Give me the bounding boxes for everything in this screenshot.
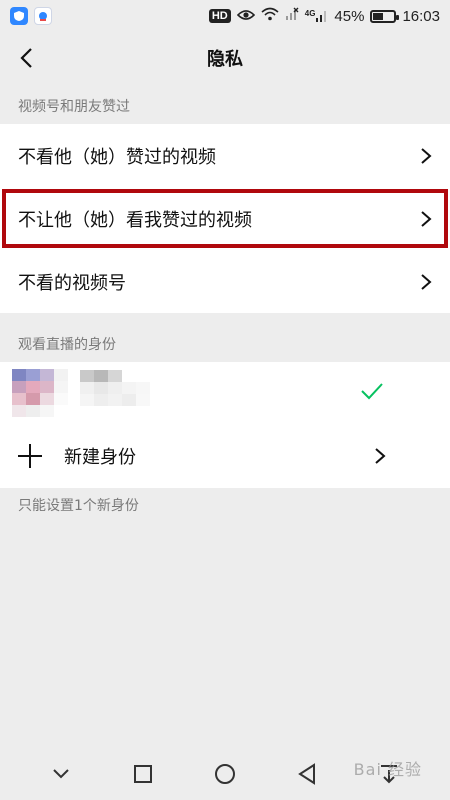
battery-icon (370, 9, 400, 23)
live-identity-group: 新建身份 (0, 362, 450, 488)
row-hidden-channels[interactable]: 不看的视频号 (0, 250, 450, 313)
status-bar: HD 4G 45% 16:03 (0, 0, 450, 32)
section-header-video: 视频号和朋友赞过 (18, 99, 130, 115)
status-right-icons: HD 4G 45% 16:03 (208, 7, 440, 25)
identity-row-current[interactable] (0, 362, 450, 424)
checkmark-icon (361, 383, 383, 400)
shield-icon (10, 7, 28, 25)
signal-4g-icon: 4G (305, 9, 329, 23)
chevron-down-icon (53, 769, 69, 779)
wifi-icon (261, 7, 279, 25)
home-button[interactable] (211, 760, 239, 788)
row-block-my-liked[interactable]: 不让他（她）看我赞过的视频 (0, 187, 450, 250)
hide-nav-button[interactable] (47, 760, 75, 788)
page-title: 隐私 (207, 49, 243, 70)
back-nav-button[interactable] (293, 760, 321, 788)
chevron-left-icon (20, 48, 32, 68)
identity-footnote: 只能设置1个新身份 (18, 498, 139, 514)
recents-button[interactable] (129, 760, 157, 788)
circle-icon (215, 764, 235, 784)
chevron-right-icon (421, 210, 432, 227)
identity-name-blurred (80, 370, 150, 406)
nav-bar: 隐私 (0, 32, 450, 84)
video-privacy-group: 不看他（她）赞过的视频 不让他（她）看我赞过的视频 不看的视频号 (0, 124, 450, 313)
avatar-blurred (12, 369, 68, 417)
row-label: 不让他（她）看我赞过的视频 (18, 209, 252, 231)
add-identity-row[interactable]: 新建身份 (0, 424, 450, 488)
chevron-right-icon (375, 448, 386, 464)
battery-percent: 45% (334, 7, 365, 25)
battery-level-fill (373, 12, 384, 20)
watermark: Bai 经验 (353, 760, 422, 779)
screen: HD 4G 45% 16:03 隐私 视频号和朋友赞过 不看他（她）赞过的视频 … (0, 0, 450, 800)
chevron-right-icon (421, 147, 432, 164)
triangle-back-icon (298, 763, 315, 785)
plus-icon (18, 444, 42, 468)
app-notification-icon (34, 7, 52, 25)
eye-icon (236, 8, 255, 25)
status-left-icons (10, 7, 52, 25)
network-type: 4G (304, 9, 316, 18)
square-icon (134, 765, 152, 783)
row-label: 不看他（她）赞过的视频 (18, 146, 216, 168)
row-label: 不看的视频号 (18, 272, 126, 294)
hd-badge: HD (208, 9, 231, 23)
section-header-live-identity: 观看直播的身份 (18, 337, 116, 353)
chevron-right-icon (421, 273, 432, 290)
add-identity-label: 新建身份 (64, 447, 136, 468)
clock: 16:03 (402, 7, 440, 25)
back-button[interactable] (10, 42, 42, 74)
row-hide-their-liked[interactable]: 不看他（她）赞过的视频 (0, 124, 450, 187)
signal-x-icon (285, 7, 299, 25)
